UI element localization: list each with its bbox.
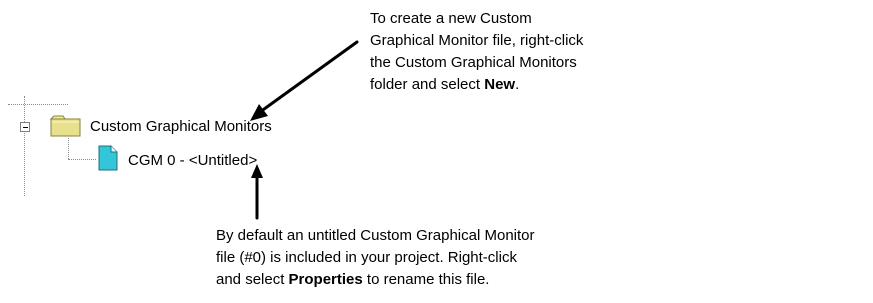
arrow-to-file-icon [251,164,263,220]
